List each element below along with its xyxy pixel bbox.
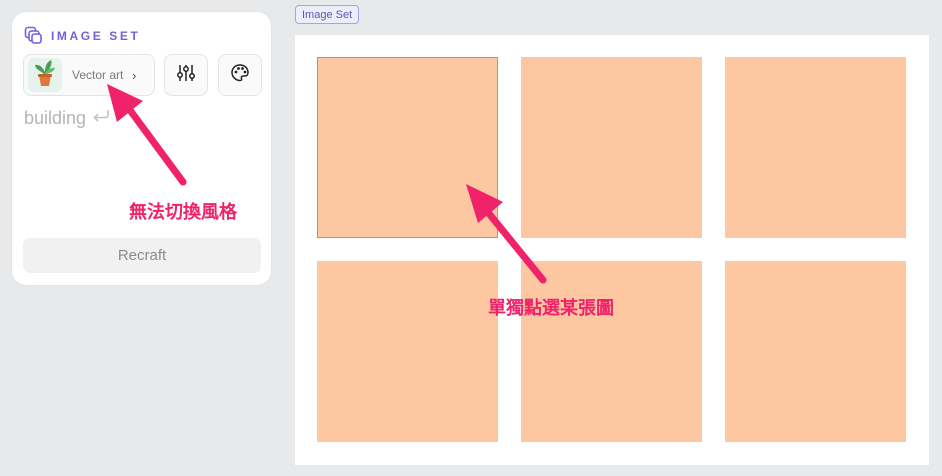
app-page: IMAGE SET Vector art › building Recraft …	[0, 0, 942, 476]
annotation-label-style: 無法切換風格	[129, 202, 237, 222]
annotation-arrow-2	[466, 184, 547, 284]
annotation-arrows	[107, 84, 547, 284]
annotation-arrow-1	[107, 84, 187, 186]
annotation-label-select: 單獨點選某張圖	[488, 298, 614, 318]
